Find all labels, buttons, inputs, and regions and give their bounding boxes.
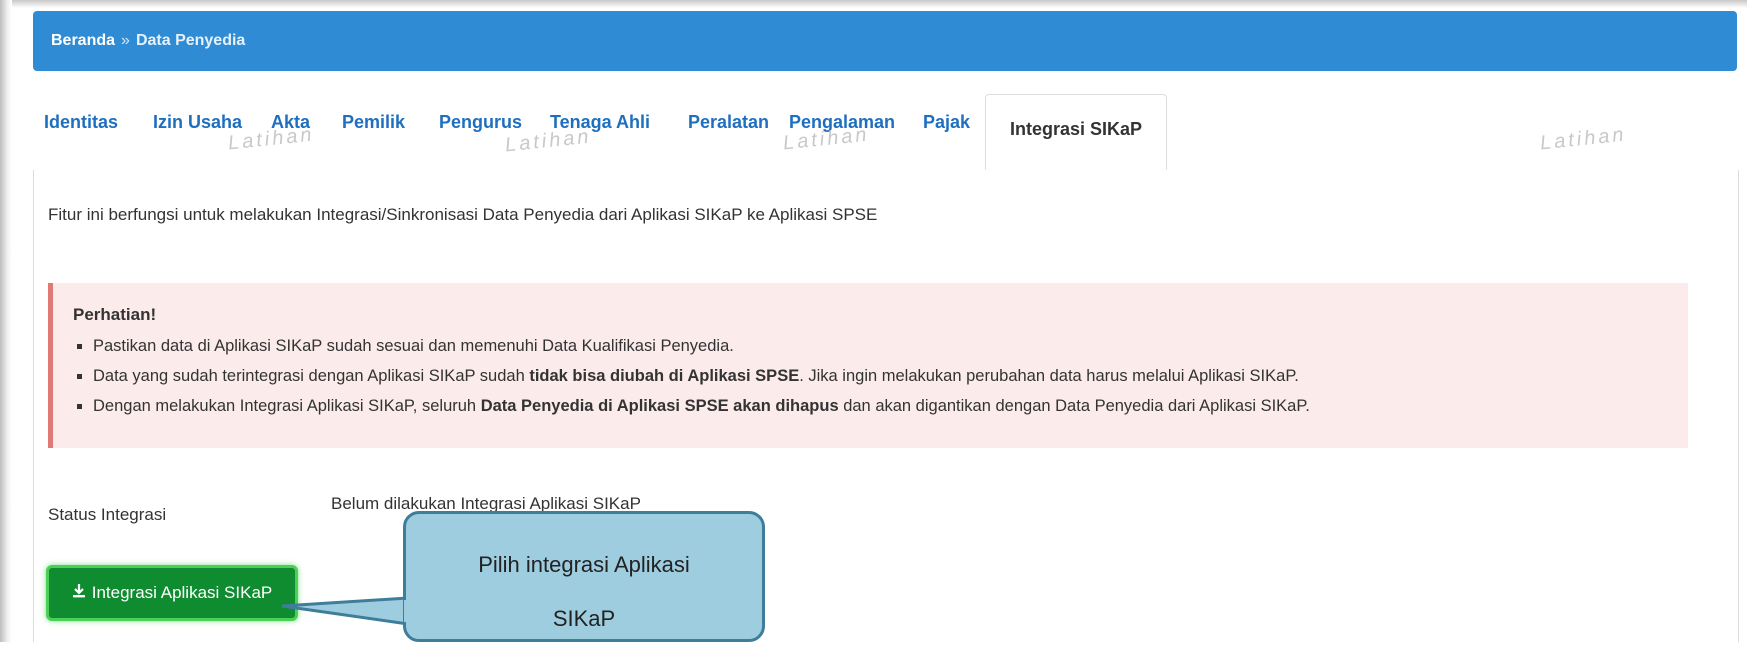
alert-title: Perhatian! (73, 305, 157, 324)
alert-item: Pastikan data di Aplikasi SIKaP sudah se… (93, 331, 1688, 361)
breadcrumb-current: Data Penyedia (135, 32, 246, 49)
instruction-callout: Pilih integrasi Aplikasi SIKaP (403, 511, 765, 642)
breadcrumb: Beranda » Data Penyedia (33, 11, 1737, 71)
tab-pajak[interactable]: Pajak (923, 112, 970, 133)
alert-item: Data yang sudah terintegrasi dengan Apli… (93, 361, 1688, 391)
breadcrumb-home-link[interactable]: Beranda (51, 32, 115, 50)
callout-line-1: Pilih integrasi Aplikasi (478, 552, 690, 577)
tab-izin-usaha[interactable]: Izin Usaha (153, 112, 242, 133)
alert-list: Pastikan data di Aplikasi SIKaP sudah se… (73, 331, 1688, 421)
integrasi-sikap-button[interactable]: Integrasi Aplikasi SIKaP (46, 565, 298, 621)
intro-text: Fitur ini berfungsi untuk melakukan Inte… (48, 205, 878, 224)
top-shadow (0, 0, 1747, 8)
tab-identitas[interactable]: Identitas (44, 112, 118, 133)
integrasi-sikap-button-label: Integrasi Aplikasi SIKaP (91, 583, 273, 602)
breadcrumb-separator: » (121, 32, 130, 49)
callout-line-2: SIKaP (552, 606, 616, 631)
page-frame: Beranda » Data Penyedia Identitas Izin U… (0, 0, 1747, 642)
tab-peralatan[interactable]: Peralatan (688, 112, 769, 133)
download-icon (72, 583, 86, 603)
status-integrasi-label: Status Integrasi (48, 505, 167, 524)
alert-item: Dengan melakukan Integrasi Aplikasi SIKa… (93, 391, 1688, 421)
left-shadow (0, 0, 12, 642)
tab-pemilik[interactable]: Pemilik (342, 112, 405, 133)
tab-pengurus[interactable]: Pengurus (439, 112, 522, 133)
tab-integrasi-sikap[interactable]: Integrasi SIKaP (985, 94, 1168, 170)
warning-alert: Perhatian! Pastikan data di Aplikasi SIK… (48, 283, 1688, 448)
